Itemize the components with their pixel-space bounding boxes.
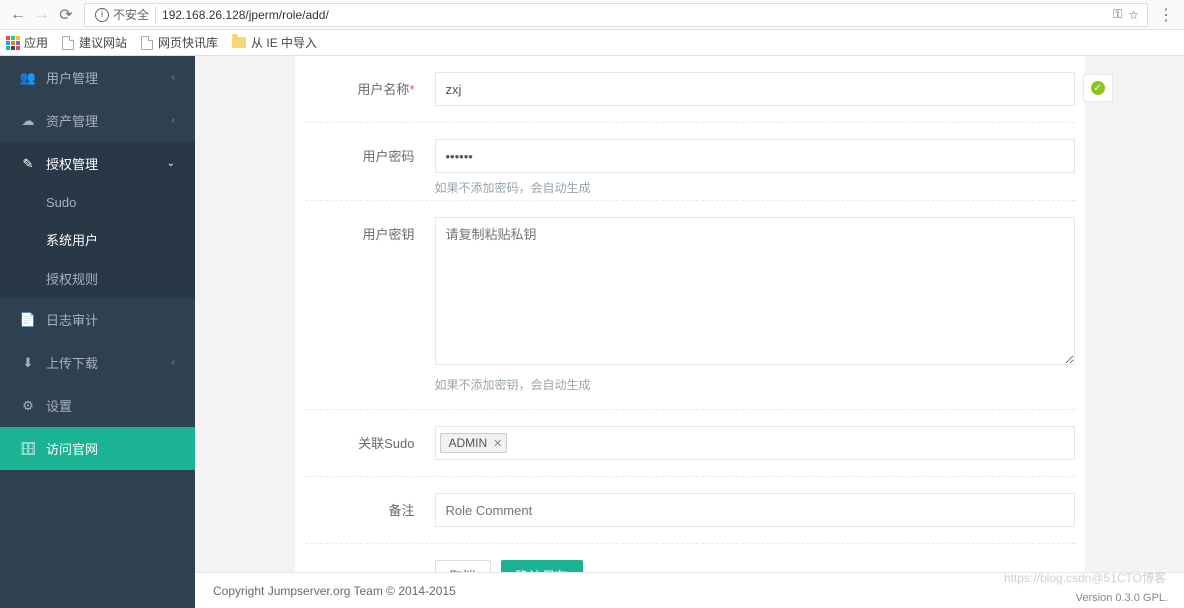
version-text: Version 0.3.0 GPL.: [1076, 592, 1168, 604]
bookmark-star-icon[interactable]: ☆: [1128, 8, 1139, 22]
username-label: 用户名称*: [305, 72, 435, 98]
chevron-down-icon: ⌄: [167, 158, 175, 169]
back-button[interactable]: ←: [6, 3, 30, 27]
valid-badge: ✓: [1083, 74, 1113, 102]
copyright-text: Copyright Jumpserver.org Team © 2014-201…: [213, 584, 456, 598]
password-input[interactable]: [435, 139, 1075, 173]
sidebar-submenu-perm: Sudo 系统用户 授权规则: [0, 185, 195, 298]
sidebar-item-visit-official[interactable]: 🗄 访问官网: [0, 427, 195, 470]
cloud-icon: ☁: [20, 113, 36, 129]
sidebar-subitem-permrule[interactable]: 授权规则: [0, 259, 195, 298]
chevron-left-icon: ‹: [172, 72, 175, 83]
apps-grid-icon: [6, 36, 20, 50]
comment-label: 备注: [305, 493, 435, 519]
form-row-key: 用户密钥 如果不添加密钥，会自动生成: [305, 200, 1075, 410]
archive-icon: 🗄: [20, 441, 36, 457]
sidebar-item-upload[interactable]: ⬇ 上传下载 ‹: [0, 341, 195, 384]
tag-label: ADMIN: [449, 436, 488, 450]
sudo-tag[interactable]: ADMIN ✕: [440, 433, 508, 453]
sidebar-item-log-audit[interactable]: 📄 日志审计: [0, 298, 195, 341]
bookmark-ie-import[interactable]: 从 IE 中导入: [232, 34, 317, 51]
sidebar-item-user-mgmt[interactable]: 👥 用户管理 ‹: [0, 56, 195, 99]
sidebar-subitem-sysuser[interactable]: 系统用户: [0, 220, 195, 259]
comment-input[interactable]: [435, 493, 1075, 527]
sidebar-item-settings[interactable]: ⚙ 设置: [0, 384, 195, 427]
key-textarea[interactable]: [435, 217, 1075, 365]
edit-icon: ✎: [20, 156, 36, 172]
menu-icon[interactable]: ⋮: [1154, 3, 1178, 27]
key-icon[interactable]: ⚿: [1113, 7, 1120, 22]
sidebar-item-label: 用户管理: [46, 68, 172, 87]
chevron-left-icon: ‹: [172, 115, 175, 126]
reload-button[interactable]: ⟳: [54, 3, 78, 27]
bookmarks-bar: 应用 建议网站 网页快讯库 从 IE 中导入: [0, 30, 1184, 56]
password-help: 如果不添加密码，会自动生成: [435, 179, 1075, 196]
sidebar-item-label: 设置: [46, 396, 175, 415]
sidebar-item-label: 日志审计: [46, 310, 175, 329]
bookmark-label: 建议网站: [79, 34, 127, 51]
watermark: https://blog.csdn@51CTO博客: [1004, 569, 1166, 586]
download-icon: ⬇: [20, 355, 36, 371]
check-icon: ✓: [1091, 81, 1105, 95]
form-row-password: 用户密码 如果不添加密码，会自动生成: [305, 123, 1075, 200]
key-label: 用户密钥: [305, 217, 435, 243]
chevron-left-icon: ‹: [172, 357, 175, 368]
form-row-username: 用户名称* ✓: [305, 56, 1075, 123]
sidebar-item-asset-mgmt[interactable]: ☁ 资产管理 ‹: [0, 99, 195, 142]
sidebar-subitem-sudo[interactable]: Sudo: [0, 185, 195, 220]
form-panel: 用户名称* ✓ 用户密码 如果不添加密码，会自动生成 用户密钥: [295, 56, 1085, 608]
page-icon: [141, 36, 153, 50]
main-content: 用户名称* ✓ 用户密码 如果不添加密码，会自动生成 用户密钥: [195, 56, 1184, 608]
sudo-label: 关联Sudo: [305, 426, 435, 452]
browser-toolbar: ← → ⟳ i 不安全 192.168.26.128/jperm/role/ad…: [0, 0, 1184, 30]
url-text: 192.168.26.128/jperm/role/add/: [162, 8, 1113, 22]
address-bar[interactable]: i 不安全 192.168.26.128/jperm/role/add/ ⚿ ☆: [84, 3, 1148, 27]
page-icon: [62, 36, 74, 50]
apps-label: 应用: [24, 34, 48, 51]
forward-button[interactable]: →: [30, 3, 54, 27]
username-input[interactable]: [435, 72, 1075, 106]
file-icon: 📄: [20, 312, 36, 328]
sidebar-item-label: 上传下载: [46, 353, 172, 372]
insecure-badge[interactable]: i 不安全: [89, 6, 156, 24]
sidebar: 👥 用户管理 ‹ ☁ 资产管理 ‹ ✎ 授权管理 ⌄ Sudo 系统用户 授权规…: [0, 56, 195, 608]
sidebar-item-perm-mgmt[interactable]: ✎ 授权管理 ⌄: [0, 142, 195, 185]
folder-icon: [232, 37, 246, 48]
form-row-sudo: 关联Sudo ADMIN ✕: [305, 410, 1075, 477]
sidebar-item-label: 访问官网: [46, 439, 175, 458]
bookmark-label: 网页快讯库: [158, 34, 218, 51]
info-icon: i: [95, 8, 109, 22]
app-area: 👥 用户管理 ‹ ☁ 资产管理 ‹ ✎ 授权管理 ⌄ Sudo 系统用户 授权规…: [0, 56, 1184, 608]
password-label: 用户密码: [305, 139, 435, 165]
sidebar-item-label: 授权管理: [46, 154, 167, 173]
bookmark-quick[interactable]: 网页快讯库: [141, 34, 218, 51]
tag-remove-icon[interactable]: ✕: [493, 437, 502, 450]
sudo-tag-input[interactable]: ADMIN ✕: [435, 426, 1075, 460]
bookmark-recommend[interactable]: 建议网站: [62, 34, 127, 51]
apps-shortcut[interactable]: 应用: [6, 34, 48, 51]
key-help: 如果不添加密钥，会自动生成: [435, 376, 1075, 393]
users-icon: 👥: [20, 70, 36, 86]
insecure-label: 不安全: [113, 6, 149, 24]
sidebar-item-label: 资产管理: [46, 111, 172, 130]
bookmark-label: 从 IE 中导入: [251, 34, 317, 51]
gear-icon: ⚙: [20, 398, 36, 414]
form-row-comment: 备注: [305, 477, 1075, 544]
